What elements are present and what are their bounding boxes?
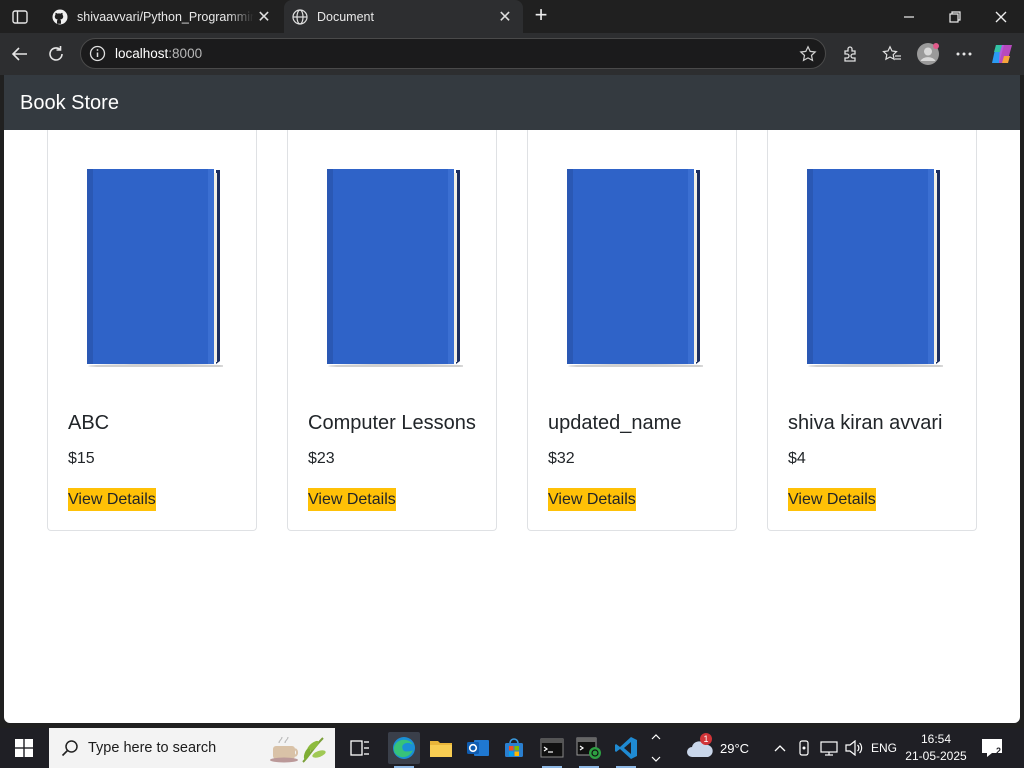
command-prompt-icon[interactable] <box>573 732 605 768</box>
file-explorer-icon[interactable] <box>425 732 457 764</box>
new-tab-button[interactable]: + <box>530 4 552 27</box>
book-cover-image <box>327 169 463 367</box>
book-title: ABC <box>68 412 110 434</box>
show-hidden-icons-icon[interactable] <box>774 728 786 768</box>
weather-badge: 1 <box>700 733 712 745</box>
site-navbar: Book Store <box>4 75 1020 130</box>
book-title: Computer Lessons <box>308 412 476 434</box>
clock-date: 21-05-2025 <box>905 749 967 763</box>
favorite-star-icon[interactable] <box>799 45 817 63</box>
book-price: $32 <box>548 450 575 467</box>
terminal-icon[interactable] <box>536 732 568 768</box>
taskbar-overflow-chevron-icon[interactable] <box>648 732 664 764</box>
search-highlight-tea-icon <box>270 736 326 763</box>
input-language[interactable]: ENG <box>871 728 897 768</box>
tab-title: Document <box>317 9 374 24</box>
view-details-button[interactable]: View Details <box>788 488 876 511</box>
url-port: :8000 <box>168 46 203 61</box>
tab-actions-icon[interactable] <box>8 6 32 28</box>
profile-avatar[interactable] <box>915 41 941 67</box>
url-text: localhost:8000 <box>115 46 202 61</box>
book-price: $23 <box>308 450 335 467</box>
view-details-button[interactable]: View Details <box>68 488 156 511</box>
book-card: shiva kiran avvari $4 View Details <box>767 130 977 531</box>
search-icon <box>61 739 79 757</box>
address-bar[interactable]: localhost:8000 <box>80 38 826 69</box>
weather-temp: 29°C <box>720 740 750 756</box>
url-host: localhost <box>115 46 169 61</box>
clock-time: 16:54 <box>920 732 952 746</box>
book-card: updated_name $32 View Details <box>527 130 737 531</box>
notification-count: 2 <box>996 746 1002 756</box>
page-viewport: Book Store ABC $15 View Details Computer… <box>4 75 1020 723</box>
copilot-icon[interactable] <box>989 41 1015 67</box>
site-info-icon[interactable] <box>89 45 106 62</box>
book-cover-image <box>807 169 943 367</box>
windows-start-icon[interactable] <box>0 728 48 768</box>
vscode-icon[interactable] <box>610 732 642 768</box>
browser-toolbar: localhost:8000 <box>0 33 1024 75</box>
globe-icon <box>292 8 308 25</box>
book-price: $15 <box>68 450 95 467</box>
taskbar: Type here to search 1 29°C ENG 16:54 21-… <box>0 728 1024 768</box>
book-cover-image <box>87 169 223 367</box>
search-placeholder: Type here to search <box>88 740 217 756</box>
site-brand[interactable]: Book Store <box>20 92 119 115</box>
view-details-button[interactable]: View Details <box>308 488 396 511</box>
system-clock[interactable]: 16:54 21-05-2025 <box>900 731 972 765</box>
extensions-icon[interactable] <box>838 41 864 67</box>
close-tab-icon[interactable]: ✕ <box>254 7 274 27</box>
book-title: updated_name <box>548 412 682 434</box>
cloud-icon: 1 <box>686 733 714 759</box>
microsoft-store-icon[interactable] <box>498 732 530 764</box>
browser-tab-strip: shivaavvari/Python_Programming ✕ Documen… <box>0 0 1024 33</box>
book-card: ABC $15 View Details <box>47 130 257 531</box>
minimize-icon[interactable] <box>886 0 932 33</box>
edge-browser-icon[interactable] <box>388 732 420 768</box>
more-options-icon[interactable] <box>951 41 977 67</box>
weather-widget[interactable]: 1 29°C <box>686 728 749 768</box>
close-tab-icon[interactable]: ✕ <box>495 7 515 27</box>
close-window-icon[interactable] <box>978 0 1024 33</box>
book-card: Computer Lessons $23 View Details <box>287 130 497 531</box>
refresh-icon[interactable] <box>43 41 69 67</box>
restore-icon[interactable] <box>932 0 978 33</box>
tab-title: shivaavvari/Python_Programming <box>77 9 254 24</box>
tab-document[interactable]: Document ✕ <box>284 0 523 33</box>
back-icon[interactable] <box>7 41 33 67</box>
tab-github[interactable]: shivaavvari/Python_Programming ✕ <box>44 0 282 33</box>
book-title: shiva kiran avvari <box>788 412 943 434</box>
book-price: $4 <box>788 450 806 467</box>
taskbar-search-box[interactable]: Type here to search <box>49 728 335 768</box>
network-icon[interactable] <box>820 728 838 768</box>
favorites-icon[interactable] <box>879 41 905 67</box>
volume-icon[interactable] <box>845 728 863 768</box>
task-view-icon[interactable] <box>344 732 376 764</box>
github-icon <box>52 9 68 25</box>
book-cover-image <box>567 169 703 367</box>
notification-center-icon[interactable]: 2 <box>980 736 1006 760</box>
outlook-icon[interactable] <box>462 732 494 764</box>
meet-now-icon[interactable] <box>797 728 811 768</box>
view-details-button[interactable]: View Details <box>548 488 636 511</box>
